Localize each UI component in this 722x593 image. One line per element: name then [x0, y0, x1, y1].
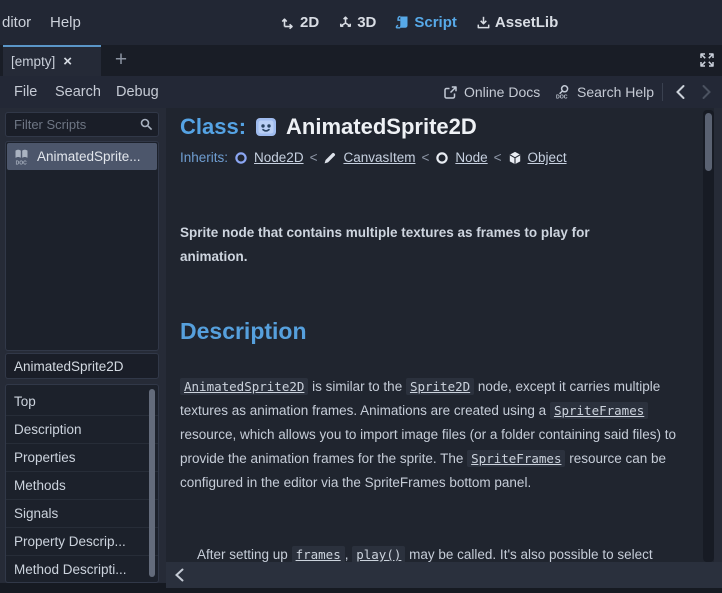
- class-prefix-label: Class:: [180, 114, 246, 140]
- menu-help[interactable]: Help: [50, 0, 81, 45]
- tab-empty[interactable]: [empty] ×: [3, 45, 101, 76]
- script-item-animatedsprite2d[interactable]: DOC AnimatedSprite...: [7, 143, 157, 170]
- 3d-icon: [338, 15, 353, 30]
- inherits-separator: <: [421, 150, 429, 165]
- inherits-line: Inherits: Node2D < CanvasItem < Node < O…: [180, 150, 567, 165]
- history-forward-icon[interactable]: [697, 83, 715, 101]
- script-icon: [395, 15, 410, 30]
- scripts-list: [5, 141, 159, 351]
- description-paragraph: AnimatedSprite2D is similar to the Sprit…: [180, 375, 688, 495]
- new-tab-button[interactable]: +: [108, 45, 134, 76]
- link-animatedsprite2d-code[interactable]: AnimatedSprite2D: [180, 378, 308, 395]
- bottom-panel-bar: [166, 562, 722, 588]
- external-link-icon: [443, 85, 458, 100]
- inherits-separator: <: [310, 150, 318, 165]
- collapse-bottom-panel-icon[interactable]: [172, 567, 188, 583]
- section-item-methods[interactable]: Methods: [6, 472, 158, 500]
- workspace-assetlib-label: AssetLib: [495, 14, 558, 31]
- node-icon: [435, 151, 449, 165]
- brief-description: Sprite node that contains multiple textu…: [180, 221, 660, 269]
- menu-file[interactable]: File: [14, 76, 37, 108]
- workspace-3d-label: 3D: [357, 14, 376, 31]
- class-title: Class: AnimatedSprite2D: [180, 114, 477, 140]
- window-bottom-edge-2: [166, 588, 722, 593]
- link-play-code[interactable]: play(): [352, 546, 405, 563]
- assetlib-icon: [476, 15, 491, 30]
- description-text: is similar to the: [308, 379, 406, 394]
- link-node[interactable]: Node: [455, 150, 487, 165]
- link-frames-code[interactable]: frames: [292, 546, 345, 563]
- section-item-top[interactable]: Top: [6, 388, 158, 416]
- description-heading: Description: [180, 318, 307, 345]
- doc-sections-list: Top Description Properties Methods Signa…: [5, 384, 159, 583]
- menubar-separator: [662, 83, 663, 101]
- link-spriteframes-code[interactable]: SpriteFrames: [550, 402, 648, 419]
- godot-editor-window: ditor Help 2D 3D Script AssetLib [empty]…: [0, 0, 722, 593]
- workspace-script-label: Script: [414, 14, 457, 31]
- svg-text:DOC: DOC: [556, 95, 568, 101]
- link-spriteframes-code[interactable]: SpriteFrames: [467, 450, 565, 467]
- 2d-icon: [281, 15, 296, 30]
- workspace-2d-button[interactable]: 2D: [281, 14, 319, 31]
- search-help-label: Search Help: [577, 84, 654, 100]
- doc-scrollbar-track[interactable]: [703, 110, 714, 562]
- search-icon: [139, 117, 154, 132]
- link-object[interactable]: Object: [528, 150, 567, 165]
- workspace-assetlib-button[interactable]: AssetLib: [476, 14, 558, 31]
- inherits-label: Inherits:: [180, 150, 228, 165]
- doc-scrollbar-thumb[interactable]: [705, 113, 712, 171]
- tab-empty-label: [empty]: [11, 54, 55, 69]
- sections-scrollbar[interactable]: [149, 389, 155, 577]
- menu-search[interactable]: Search: [55, 76, 101, 108]
- section-item-signals[interactable]: Signals: [6, 500, 158, 528]
- section-item-properties[interactable]: Properties: [6, 444, 158, 472]
- tab-close-icon[interactable]: ×: [63, 54, 72, 69]
- section-item-description[interactable]: Description: [6, 416, 158, 444]
- object-icon: [508, 151, 522, 165]
- online-docs-label: Online Docs: [464, 84, 540, 100]
- workspace-script-button[interactable]: Script: [395, 14, 457, 31]
- description-text: may be called. It's also possible to sel…: [405, 547, 652, 562]
- history-back-icon[interactable]: [672, 83, 690, 101]
- workspace-3d-button[interactable]: 3D: [338, 14, 376, 31]
- class-name-field[interactable]: [5, 353, 159, 379]
- doc-search-icon: DOC: [555, 84, 571, 100]
- expand-panel-icon[interactable]: [698, 51, 716, 69]
- inherits-separator: <: [494, 150, 502, 165]
- section-item-method-descriptions[interactable]: Method Descripti...: [6, 556, 158, 584]
- online-docs-button[interactable]: Online Docs: [443, 76, 540, 108]
- search-help-button[interactable]: DOC Search Help: [555, 76, 654, 108]
- workspace-switcher: 2D 3D Script AssetLib: [281, 0, 558, 45]
- canvasitem-icon: [323, 151, 337, 165]
- workspace-2d-label: 2D: [300, 14, 319, 31]
- menu-debug[interactable]: Debug: [116, 76, 159, 108]
- svg-text:DOC: DOC: [16, 160, 28, 165]
- link-canvasitem[interactable]: CanvasItem: [343, 150, 415, 165]
- filter-scripts-input[interactable]: [5, 112, 159, 137]
- doc-book-icon: DOC: [13, 148, 30, 165]
- section-item-property-descriptions[interactable]: Property Descrip...: [6, 528, 158, 556]
- menu-editor[interactable]: ditor: [2, 0, 31, 45]
- animatedsprite2d-class-icon: [254, 115, 278, 139]
- link-node2d[interactable]: Node2D: [254, 150, 304, 165]
- class-name-heading: AnimatedSprite2D: [286, 114, 477, 140]
- script-item-label: AnimatedSprite...: [37, 149, 141, 164]
- link-sprite2d-code[interactable]: Sprite2D: [406, 378, 474, 395]
- node2d-icon: [234, 151, 248, 165]
- description-text: After setting up: [197, 547, 292, 562]
